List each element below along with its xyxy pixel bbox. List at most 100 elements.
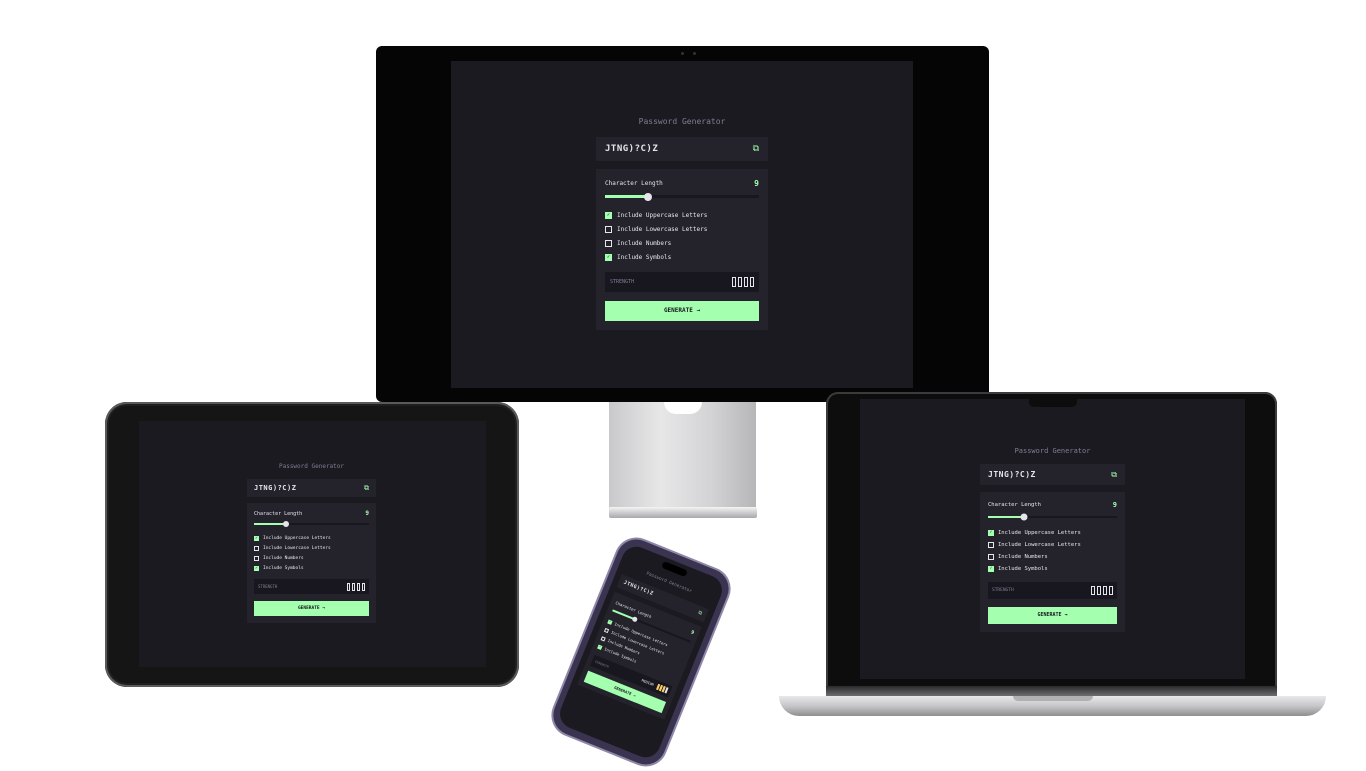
checkbox-numbers[interactable] bbox=[605, 239, 612, 247]
generate-button[interactable]: GENERATE → bbox=[605, 301, 759, 321]
option-label: Include Lowercase Letters bbox=[617, 225, 708, 233]
checkbox-uppercase[interactable]: ✓ bbox=[254, 535, 259, 541]
strength-bar bbox=[664, 687, 669, 694]
generate-button[interactable]: GENERATE → bbox=[254, 601, 369, 616]
slider-fill bbox=[988, 516, 1025, 518]
option-label: Include Uppercase Letters bbox=[998, 530, 1081, 536]
password-text: JTNG)?C)Z bbox=[622, 579, 655, 598]
password-generator-app: Password Generator JTNG)?C)Z ⧉ Character… bbox=[247, 463, 376, 623]
password-display: JTNG)?C)Z ⧉ bbox=[596, 137, 768, 161]
checkbox-lowercase[interactable] bbox=[988, 542, 994, 548]
tablet-device: Password Generator JTNG)?C)Z ⧉ Character… bbox=[105, 402, 519, 687]
strength-bar bbox=[1097, 586, 1101, 595]
strength-bars: MEDIUM bbox=[641, 678, 669, 694]
dynamic-island bbox=[661, 560, 688, 578]
laptop-screen: Password Generator JTNG)?C)Z ⧉ Character… bbox=[860, 399, 1245, 679]
strength-bar bbox=[362, 582, 365, 591]
length-value: 9 bbox=[689, 629, 695, 637]
checkbox-numbers[interactable] bbox=[600, 635, 606, 642]
option-lowercase[interactable]: Include Lowercase Letters bbox=[988, 539, 1117, 551]
checkbox-lowercase[interactable] bbox=[254, 545, 259, 551]
options-panel: Character Length 9 ✓ Include Uppercase L… bbox=[247, 503, 376, 623]
strength-bar bbox=[347, 582, 350, 591]
copy-icon[interactable]: ⧉ bbox=[697, 610, 703, 617]
checkbox-numbers[interactable] bbox=[988, 554, 994, 560]
checkbox-uppercase[interactable]: ✓ bbox=[607, 619, 613, 625]
option-numbers[interactable]: Include Numbers bbox=[254, 553, 369, 563]
checkbox-symbols[interactable]: ✓ bbox=[988, 566, 994, 572]
strength-bar bbox=[750, 277, 754, 287]
checkbox-symbols[interactable]: ✓ bbox=[254, 565, 259, 571]
app-title: Password Generator bbox=[278, 463, 345, 470]
strength-meter: STRENGTH bbox=[254, 579, 369, 594]
slider-knob[interactable] bbox=[631, 615, 638, 623]
phone-device: Password Generator JTNG)?C)Z ⧉ Character… bbox=[547, 533, 735, 771]
copy-icon[interactable]: ⧉ bbox=[1111, 470, 1117, 480]
password-text: JTNG)?C)Z bbox=[988, 470, 1036, 479]
checkbox-numbers[interactable] bbox=[254, 555, 259, 561]
strength-bar bbox=[738, 277, 742, 287]
option-numbers[interactable]: Include Numbers bbox=[605, 236, 759, 250]
option-lowercase[interactable]: Include Lowercase Letters bbox=[605, 222, 759, 236]
slider-knob[interactable] bbox=[1020, 513, 1028, 521]
password-display: JTNG)?C)Z ⧉ bbox=[247, 479, 376, 497]
slider-fill bbox=[605, 195, 649, 198]
password-generator-app: Password Generator JTNG)?C)Z ⧉ Character… bbox=[596, 117, 768, 330]
tablet-screen: Password Generator JTNG)?C)Z ⧉ Character… bbox=[139, 421, 486, 667]
strength-bars bbox=[730, 277, 754, 287]
strength-bar bbox=[1091, 586, 1095, 595]
option-label: Include Numbers bbox=[263, 555, 304, 561]
option-label: Include Numbers bbox=[617, 239, 672, 247]
option-symbols[interactable]: ✓ Include Symbols bbox=[988, 563, 1117, 575]
checkbox-symbols[interactable]: ✓ bbox=[597, 644, 603, 650]
phone-screen: Password Generator JTNG)?C)Z ⧉ Character… bbox=[555, 542, 727, 762]
checkbox-lowercase[interactable] bbox=[605, 225, 612, 233]
camera-dot bbox=[681, 52, 684, 55]
option-numbers[interactable]: Include Numbers bbox=[988, 551, 1117, 563]
length-label: Character Length bbox=[605, 180, 663, 187]
slider-knob[interactable] bbox=[644, 192, 653, 201]
camera-dot bbox=[693, 52, 696, 55]
option-symbols[interactable]: ✓ Include Symbols bbox=[605, 250, 759, 264]
strength-meter: STRENGTH bbox=[988, 582, 1117, 599]
strength-bar bbox=[352, 582, 355, 591]
password-text: JTNG)?C)Z bbox=[605, 144, 659, 154]
checkbox-symbols[interactable]: ✓ bbox=[605, 253, 612, 261]
option-uppercase[interactable]: ✓ Include Uppercase Letters bbox=[254, 533, 369, 543]
checkbox-uppercase[interactable]: ✓ bbox=[988, 530, 994, 536]
monitor-stand bbox=[609, 402, 756, 508]
options-panel: Character Length 9 ✓ Include Uppercase L… bbox=[596, 169, 768, 330]
laptop-hinge bbox=[826, 686, 1277, 696]
password-display: JTNG)?C)Z ⧉ bbox=[980, 464, 1125, 485]
strength-bar bbox=[732, 277, 736, 287]
length-slider[interactable] bbox=[605, 192, 759, 201]
strength-bar bbox=[744, 277, 748, 287]
option-label: Include Lowercase Letters bbox=[263, 545, 331, 551]
copy-icon[interactable]: ⧉ bbox=[753, 144, 759, 154]
option-label: Include Symbols bbox=[617, 253, 672, 261]
length-value: 9 bbox=[754, 179, 759, 188]
generate-button[interactable]: GENERATE → bbox=[988, 607, 1117, 624]
desktop-monitor: Password Generator JTNG)?C)Z ⧉ Character… bbox=[376, 46, 989, 402]
password-text: JTNG)?C)Z bbox=[254, 484, 297, 492]
app-title: Password Generator bbox=[638, 117, 726, 126]
checkbox-uppercase[interactable]: ✓ bbox=[605, 211, 612, 219]
checkbox-lowercase[interactable] bbox=[604, 627, 610, 633]
monitor-screen: Password Generator JTNG)?C)Z ⧉ Character… bbox=[451, 61, 913, 388]
length-slider[interactable] bbox=[988, 513, 1117, 521]
slider-knob[interactable] bbox=[283, 521, 290, 527]
laptop-device: Password Generator JTNG)?C)Z ⧉ Character… bbox=[826, 392, 1277, 688]
laptop-trackpad-groove bbox=[1013, 696, 1093, 701]
option-symbols[interactable]: ✓ Include Symbols bbox=[254, 563, 369, 573]
strength-label: STRENGTH bbox=[610, 279, 635, 285]
strength-bar bbox=[357, 582, 360, 591]
copy-icon[interactable]: ⧉ bbox=[364, 484, 369, 493]
option-uppercase[interactable]: ✓ Include Uppercase Letters bbox=[988, 527, 1117, 539]
option-lowercase[interactable]: Include Lowercase Letters bbox=[254, 543, 369, 553]
length-slider[interactable] bbox=[254, 521, 369, 527]
option-uppercase[interactable]: ✓ Include Uppercase Letters bbox=[605, 208, 759, 222]
strength-bars bbox=[1089, 586, 1113, 595]
strength-label: STRENGTH bbox=[594, 659, 610, 669]
strength-bar bbox=[1103, 586, 1107, 595]
option-label: Include Numbers bbox=[998, 554, 1048, 560]
